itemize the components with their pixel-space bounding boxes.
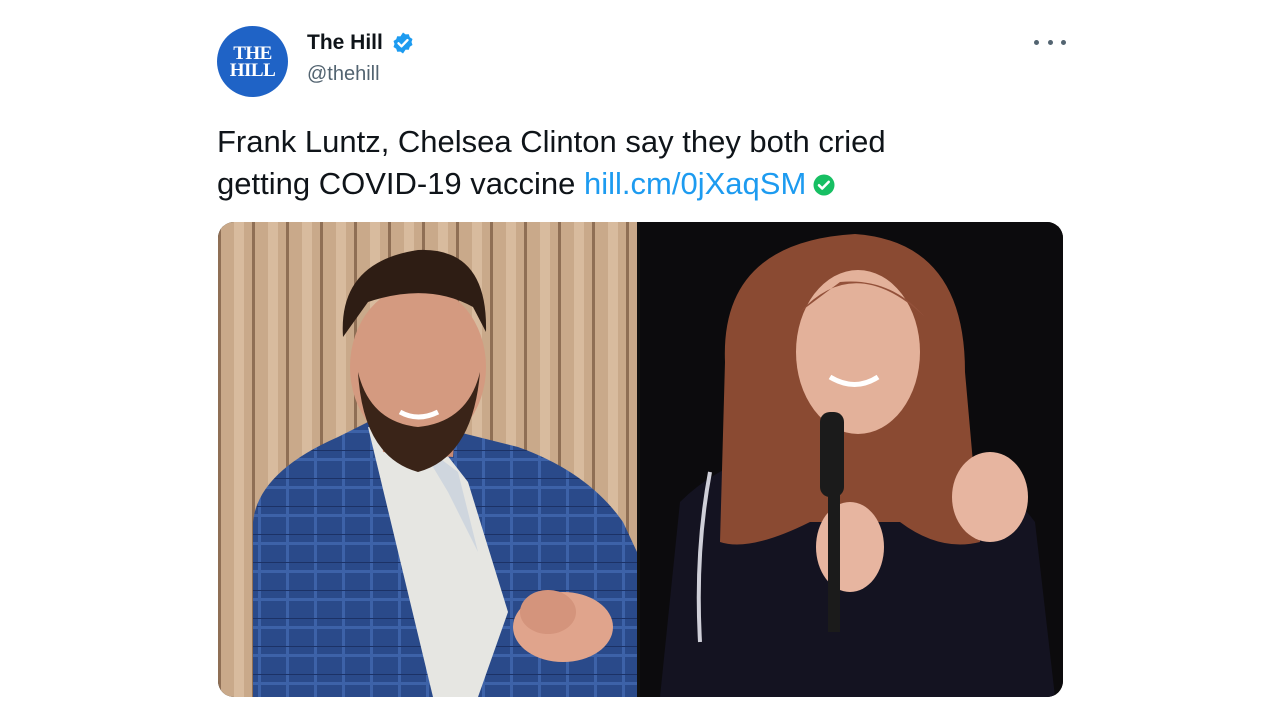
photo-chelsea-clinton-image — [640, 222, 1063, 697]
photo-frank-luntz-image — [218, 222, 637, 697]
photo-chelsea-clinton[interactable] — [640, 222, 1063, 697]
media-grid — [218, 222, 1063, 697]
tweet-link[interactable]: hill.cm/0jXaqSM — [584, 166, 806, 201]
tweet-text-line2: getting COVID-19 vaccine — [217, 166, 576, 201]
photo-frank-luntz[interactable] — [218, 222, 637, 697]
tweet[interactable]: THE HILL The Hill @thehill Frank Luntz, … — [0, 0, 1280, 720]
handle[interactable]: @thehill — [307, 63, 380, 86]
check-circle-icon — [813, 174, 835, 196]
avatar[interactable]: THE HILL — [217, 26, 288, 97]
verified-badge-icon — [393, 32, 413, 54]
more-horizontal-icon[interactable] — [1034, 30, 1066, 54]
tweet-text-line1: Frank Luntz, Chelsea Clinton say they bo… — [217, 124, 886, 159]
avatar-text-bottom: HILL — [229, 59, 276, 81]
more-dot — [1034, 39, 1039, 45]
more-dot — [1061, 39, 1066, 45]
more-dot — [1047, 39, 1053, 45]
display-name[interactable]: The Hill — [307, 31, 383, 55]
tweet-text: Frank Luntz, Chelsea Clinton say they bo… — [217, 121, 1077, 205]
avatar-text-top: THE — [233, 42, 272, 64]
